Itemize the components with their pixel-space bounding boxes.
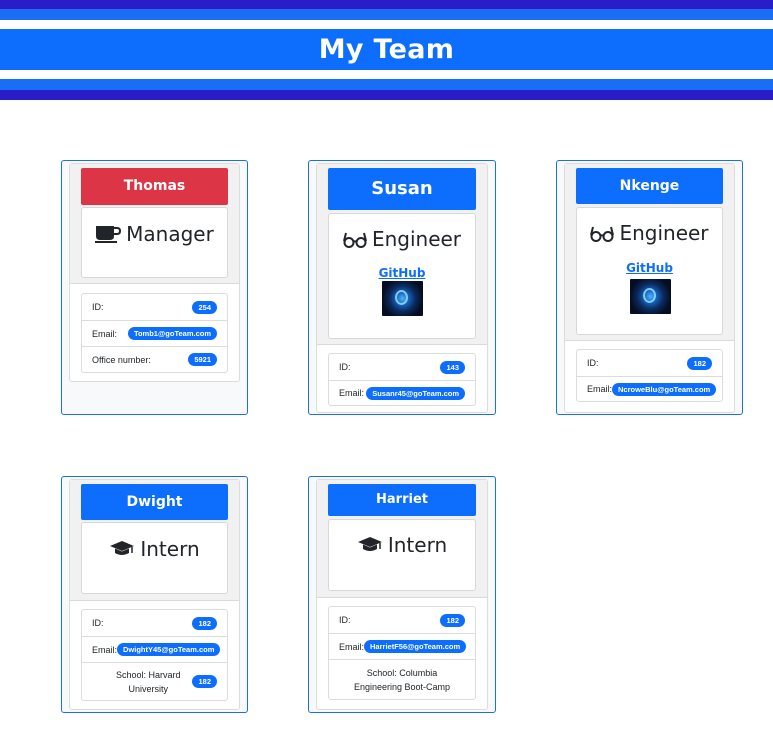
graduation-cap-icon <box>357 537 382 551</box>
employee-name: Harriet <box>328 484 476 516</box>
email-label: Email: <box>587 384 613 394</box>
id-row: ID: 254 <box>82 294 227 320</box>
github-avatar-image <box>382 281 423 316</box>
role-box: Intern <box>328 519 476 591</box>
employee-name: Thomas <box>81 168 228 205</box>
role-label: Engineer <box>371 227 462 251</box>
id-label: ID: <box>587 358 599 368</box>
info-list: ID: 182 Email: HarrietF56@goTeam.com Sch… <box>328 606 476 700</box>
role-label: Intern <box>140 537 200 561</box>
office-number-row: Office number: 5921 <box>82 346 227 372</box>
email-badge[interactable]: NcroweBlu@goTeam.com <box>612 382 717 396</box>
employee-name: Nkenge <box>576 168 723 204</box>
info-list: ID: 254 Email: Tomb1@goTeam.com Office n… <box>81 293 228 373</box>
coffee-icon <box>95 226 122 243</box>
role-box: Manager <box>81 207 228 278</box>
github-link[interactable]: GitHub <box>329 266 475 280</box>
id-row: ID: 143 <box>329 354 475 380</box>
email-row: Email: Susanr45@goTeam.com <box>329 380 475 405</box>
id-label: ID: <box>339 615 351 625</box>
email-row: Email: NcroweBlu@goTeam.com <box>577 376 722 401</box>
id-badge: 254 <box>192 300 217 314</box>
glasses-icon <box>342 232 367 248</box>
github-avatar-image <box>629 279 671 314</box>
employee-card-susan: Susan Engineer GitHub ID: 143 Email: Sus… <box>308 160 496 415</box>
school-label: School: Harvard University <box>115 669 181 694</box>
info-list: ID: 143 Email: Susanr45@goTeam.com <box>328 353 476 406</box>
email-badge[interactable]: HarrietF56@goTeam.com <box>364 640 467 653</box>
glasses-icon <box>590 226 615 242</box>
github-link[interactable]: GitHub <box>577 261 722 275</box>
school-label: School: Columbia Engineering Boot-Camp <box>353 667 451 692</box>
header-stripe <box>0 79 773 90</box>
school-badge: 182 <box>192 675 217 688</box>
header-stripe-top <box>0 0 773 9</box>
email-badge[interactable]: DwightY45@goTeam.com <box>117 643 221 656</box>
role-label: Intern <box>387 533 448 557</box>
id-row: ID: 182 <box>82 610 227 636</box>
employee-card-dwight: Dwight Intern ID: 182 Email: DwightY45@g… <box>61 476 248 713</box>
employee-name: Dwight <box>81 484 228 520</box>
graduation-cap-icon <box>110 541 135 555</box>
employee-name: Susan <box>328 168 476 210</box>
id-badge: 182 <box>687 356 712 370</box>
email-badge[interactable]: Susanr45@goTeam.com <box>366 386 465 400</box>
email-label: Email: <box>92 328 118 339</box>
email-label: Email: <box>339 388 365 398</box>
email-row: Email: HarrietF56@goTeam.com <box>329 633 475 659</box>
id-row: ID: 182 <box>577 350 722 376</box>
page-title: My Team <box>318 34 455 65</box>
employee-card-thomas: Thomas Manager ID: 254 Email: Tomb1@goTe… <box>61 160 248 415</box>
role-box: Engineer GitHub <box>328 213 476 339</box>
header-stripe-bottom <box>0 90 773 100</box>
info-list: ID: 182 Email: DwightY45@goTeam.com Scho… <box>81 609 228 701</box>
school-row: School: Harvard University 182 <box>82 662 227 700</box>
email-label: Email: <box>92 644 118 655</box>
email-label: Email: <box>339 641 365 652</box>
role-label: Manager <box>126 222 214 246</box>
school-row: School: Columbia Engineering Boot-Camp <box>329 659 475 699</box>
id-badge: 182 <box>192 616 217 630</box>
email-badge[interactable]: Tomb1@goTeam.com <box>127 327 217 340</box>
id-label: ID: <box>92 618 104 628</box>
role-label: Engineer <box>619 221 709 245</box>
header-stripe <box>0 9 773 20</box>
email-row: Email: Tomb1@goTeam.com <box>82 320 227 346</box>
office-number-badge: 5921 <box>188 353 217 366</box>
id-badge: 182 <box>440 613 465 627</box>
id-row: ID: 182 <box>329 607 475 633</box>
id-label: ID: <box>339 362 351 372</box>
office-number-label: Office number: <box>92 354 151 365</box>
info-list: ID: 182 Email: NcroweBlu@goTeam.com <box>576 349 723 402</box>
employee-card-nkenge: Nkenge Engineer GitHub ID: 182 Email: Nc… <box>556 160 743 415</box>
email-row: Email: DwightY45@goTeam.com <box>82 636 227 662</box>
employee-card-harriet: Harriet Intern ID: 182 Email: HarrietF56… <box>308 476 496 713</box>
id-badge: 143 <box>440 360 465 374</box>
role-box: Engineer GitHub <box>576 207 723 335</box>
role-box: Intern <box>81 522 228 594</box>
id-label: ID: <box>92 302 104 312</box>
